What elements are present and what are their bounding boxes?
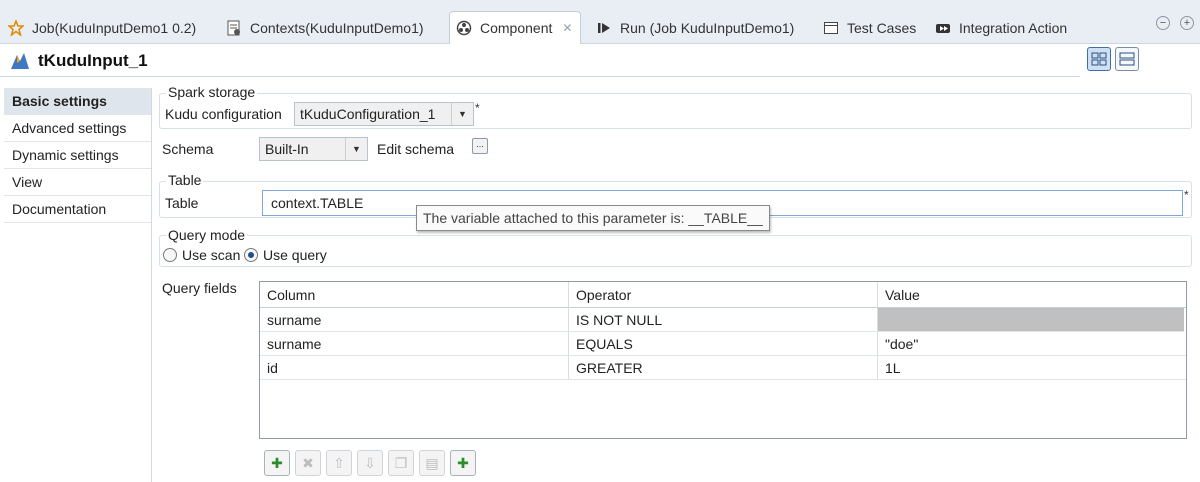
tab-integration-action[interactable]: Integration Action: [935, 11, 1067, 44]
tab-run-label: Run (Job KuduInputDemo1): [620, 19, 795, 36]
chevron-down-icon[interactable]: ▼: [451, 103, 473, 125]
kudu-configuration-select[interactable]: tKuduConfiguration_1 ▼: [294, 102, 474, 126]
use-query-label[interactable]: Use query: [263, 247, 327, 263]
query-fields-label: Query fields: [162, 280, 237, 296]
cell-column[interactable]: surname: [260, 308, 569, 332]
cell-column[interactable]: id: [260, 356, 569, 380]
cell-column[interactable]: surname: [260, 332, 569, 356]
cell-value[interactable]: "doe": [878, 332, 1186, 356]
tab-test-cases-label: Test Cases: [847, 19, 917, 36]
component-header: tKuduInput_1: [0, 45, 1200, 77]
nav-advanced-settings[interactable]: Advanced settings: [4, 115, 151, 142]
remove-row-button[interactable]: ✖: [295, 450, 321, 476]
column-header-operator[interactable]: Operator: [569, 282, 878, 308]
table-header: Column Operator Value: [260, 282, 1186, 308]
nav-basic-settings[interactable]: Basic settings: [4, 88, 151, 115]
run-icon: [596, 20, 612, 36]
cell-value[interactable]: 1L: [878, 356, 1186, 380]
move-up-button[interactable]: ⇧: [326, 450, 352, 476]
nav-dynamic-settings[interactable]: Dynamic settings: [4, 142, 151, 169]
tab-job-label: Job(KuduInputDemo1 0.2): [32, 19, 197, 36]
title-divider: [0, 76, 1080, 77]
nav-view[interactable]: View: [4, 169, 151, 196]
settings-nav: Basic settings Advanced settings Dynamic…: [4, 88, 152, 482]
copy-button[interactable]: ❐: [388, 450, 414, 476]
required-marker: *: [475, 101, 480, 115]
query-fields-table: Column Operator Value surname IS NOT NUL…: [259, 281, 1187, 439]
tab-contexts[interactable]: Contexts(KuduInputDemo1): [226, 11, 424, 44]
table-legend: Table: [166, 172, 204, 188]
column-header-value[interactable]: Value: [878, 282, 1186, 308]
close-icon[interactable]: ✕: [562, 21, 572, 35]
kudu-configuration-label: Kudu configuration: [165, 106, 282, 122]
tab-integration-action-label: Integration Action: [959, 19, 1068, 36]
use-scan-radio[interactable]: [163, 248, 177, 262]
cell-value[interactable]: [878, 308, 1184, 332]
spark-storage-legend: Spark storage: [166, 84, 258, 100]
table-label: Table: [165, 195, 199, 211]
tabbed-view-toggle[interactable]: [1087, 47, 1111, 71]
schema-select[interactable]: Built-In ▼: [259, 137, 368, 161]
chevron-down-icon[interactable]: ▼: [345, 138, 367, 160]
component-icon: [456, 20, 472, 36]
grid-view-icon: [1091, 52, 1107, 66]
table-variable-tooltip: The variable attached to this parameter …: [416, 205, 770, 231]
column-header-column[interactable]: Column: [260, 282, 569, 308]
edit-schema-button[interactable]: ...: [472, 138, 488, 154]
contexts-icon: [226, 20, 242, 36]
job-icon: [8, 19, 24, 36]
edit-schema-label: Edit schema: [377, 141, 455, 157]
tab-test-cases[interactable]: Test Cases: [823, 11, 916, 44]
cell-operator[interactable]: GREATER: [569, 356, 878, 380]
add-row-button[interactable]: ✚: [264, 450, 290, 476]
table-row[interactable]: surname IS NOT NULL: [260, 308, 1186, 332]
tab-contexts-label: Contexts(KuduInputDemo1): [250, 19, 424, 36]
nav-documentation[interactable]: Documentation: [4, 196, 151, 223]
editor-tab-bar: Job(KuduInputDemo1 0.2) Contexts(KuduInp…: [0, 0, 1200, 44]
query-mode-legend: Query mode: [166, 227, 248, 243]
tab-component-label: Component: [480, 20, 553, 36]
table-row[interactable]: id GREATER 1L: [260, 356, 1186, 380]
kudu-configuration-value: tKuduConfiguration_1: [300, 106, 436, 122]
tab-job[interactable]: Job(KuduInputDemo1 0.2): [8, 11, 196, 44]
table-row[interactable]: surname EQUALS "doe": [260, 332, 1186, 356]
stacked-view-toggle[interactable]: [1115, 47, 1139, 71]
use-scan-label[interactable]: Use scan: [182, 247, 240, 263]
tab-component[interactable]: Component ✕: [449, 11, 582, 44]
tab-run[interactable]: Run (Job KuduInputDemo1): [596, 11, 794, 44]
cell-operator[interactable]: EQUALS: [569, 332, 878, 356]
use-query-radio[interactable]: [244, 248, 258, 262]
component-title: tKuduInput_1: [38, 51, 148, 70]
add-all-button[interactable]: ✚: [450, 450, 476, 476]
paste-button[interactable]: ▤: [419, 450, 445, 476]
maximize-icon[interactable]: +: [1180, 16, 1194, 30]
test-cases-icon: [823, 20, 839, 36]
schema-value: Built-In: [265, 141, 309, 157]
minimize-icon[interactable]: −: [1156, 16, 1170, 30]
kudu-component-icon: [9, 51, 31, 71]
move-down-button[interactable]: ⇩: [357, 450, 383, 476]
schema-label: Schema: [162, 141, 214, 157]
required-marker: *: [1184, 188, 1189, 202]
cell-operator[interactable]: IS NOT NULL: [569, 308, 878, 332]
integration-action-icon: [935, 20, 951, 36]
list-view-icon: [1119, 52, 1135, 66]
